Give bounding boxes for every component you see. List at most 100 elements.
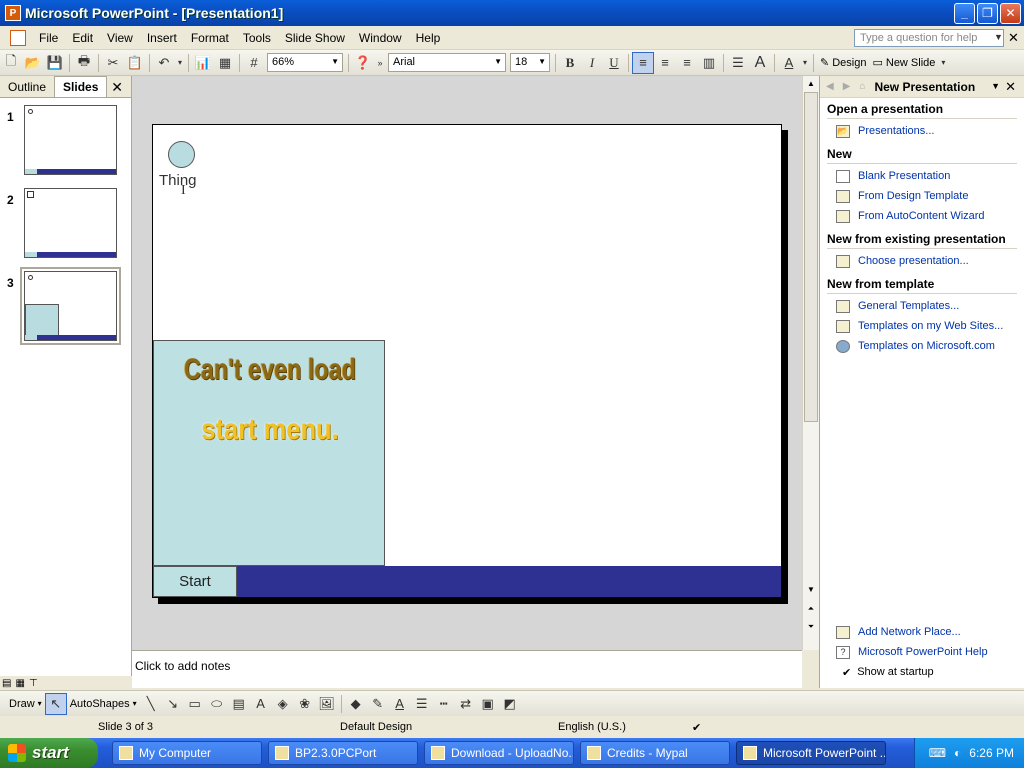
font-color-icon[interactable]: A <box>389 693 411 715</box>
clock[interactable]: 6:26 PM <box>969 746 1014 760</box>
new-slide-button[interactable]: ▭ New Slide <box>869 56 938 70</box>
taskbar-shape[interactable] <box>153 566 781 597</box>
slide-thumbnail-2[interactable] <box>24 188 117 258</box>
font-size-select[interactable]: 18 ▼ <box>510 53 550 72</box>
open-icon[interactable]: 📂 <box>22 52 44 74</box>
new-icon[interactable]: 🗋 <box>0 52 22 74</box>
zoom-select[interactable]: 66% ▼ <box>267 53 343 72</box>
line-style-icon[interactable]: ☰ <box>411 693 433 715</box>
autoshapes-button[interactable]: AutoShapes ▾ <box>67 698 140 710</box>
menu-insert[interactable]: Insert <box>140 31 184 45</box>
link-design-template[interactable]: From Design Template <box>836 188 1024 204</box>
shadow-icon[interactable]: ▣ <box>477 693 499 715</box>
wordart-line-2[interactable]: start menu. <box>171 413 368 447</box>
slide-thumbnail-3[interactable] <box>24 271 117 341</box>
previous-slide-icon[interactable]: ⏶ <box>803 602 819 616</box>
spelling-icon[interactable]: ✔ <box>692 721 701 734</box>
document-close-icon[interactable]: ✕ <box>1008 30 1019 46</box>
grid-icon[interactable]: # <box>243 52 265 74</box>
back-icon[interactable]: ◀ <box>826 81 834 92</box>
chevron-down-icon[interactable]: ▼ <box>991 81 1000 91</box>
menu-window[interactable]: Window <box>352 31 409 45</box>
columns-icon[interactable]: ▥ <box>698 52 720 74</box>
font-color-dropdown-icon[interactable]: ▾ <box>800 52 810 74</box>
chevron-down-icon[interactable]: ▼ <box>994 32 1003 42</box>
forward-icon[interactable]: ▶ <box>843 81 851 92</box>
vertical-scrollbar[interactable]: ▲ ▼ ⏶ ⏷ <box>802 76 819 650</box>
undo-icon[interactable]: ↶ <box>153 52 175 74</box>
design-button[interactable]: ✎ Design <box>817 56 869 70</box>
menu-help[interactable]: Help <box>409 31 448 45</box>
draw-menu-button[interactable]: Draw ▾ <box>6 698 45 710</box>
minimize-button[interactable]: _ <box>954 2 975 24</box>
print-icon[interactable]: 🖶 <box>73 52 95 74</box>
oval-icon[interactable]: ⬭ <box>206 693 228 715</box>
next-slide-icon[interactable]: ⏷ <box>803 620 819 634</box>
wordart-line-1[interactable]: Can't even load <box>180 353 361 387</box>
align-right-icon[interactable]: ≡ <box>676 52 698 74</box>
font-color-icon[interactable]: A <box>778 52 800 74</box>
link-choose-presentation[interactable]: Choose presentation... <box>836 253 1024 269</box>
link-autocontent-wizard[interactable]: From AutoContent Wizard <box>836 208 1024 224</box>
keyboard-icon[interactable]: ⌨ <box>929 746 946 760</box>
slide-thumbnail-1[interactable] <box>24 105 117 175</box>
start-shape[interactable]: Start <box>153 566 237 597</box>
close-icon[interactable]: ✕ <box>1005 79 1016 95</box>
arrow-icon[interactable]: ↘ <box>162 693 184 715</box>
normal-view-icon[interactable]: ▤ <box>2 678 11 689</box>
diagram-icon[interactable]: ◈ <box>272 693 294 715</box>
menu-slide-show[interactable]: Slide Show <box>278 31 352 45</box>
maximize-button[interactable]: ❐ <box>977 2 998 24</box>
paste-icon[interactable]: 📋 <box>124 52 146 74</box>
fill-color-icon[interactable]: ◆ <box>345 693 367 715</box>
line-color-icon[interactable]: ✎ <box>367 693 389 715</box>
select-pointer-icon[interactable]: ↖ <box>44 692 67 715</box>
menu-view[interactable]: View <box>100 31 140 45</box>
menu-tools[interactable]: Tools <box>236 31 278 45</box>
cut-icon[interactable]: ✂ <box>102 52 124 74</box>
3d-icon[interactable]: ◩ <box>499 693 521 715</box>
start-button[interactable]: start <box>0 738 98 768</box>
italic-button[interactable]: I <box>581 52 603 74</box>
link-web-site-templates[interactable]: Templates on my Web Sites... <box>836 318 1024 334</box>
taskbar-item-powerpoint[interactable]: Microsoft PowerPoint ... <box>736 741 886 765</box>
align-left-icon[interactable]: ≡ <box>632 51 654 74</box>
scroll-up-icon[interactable]: ▲ <box>803 76 819 92</box>
notes-input[interactable]: Click to add notes <box>132 650 802 688</box>
tab-outline[interactable]: Outline <box>0 77 54 97</box>
link-add-network-place[interactable]: Add Network Place... <box>836 624 1024 640</box>
close-icon[interactable]: ✕ <box>111 79 123 96</box>
circle-shape[interactable] <box>168 141 195 168</box>
close-button[interactable]: ✕ <box>1000 2 1021 24</box>
text-box-icon[interactable]: ▤ <box>228 693 250 715</box>
font-select[interactable]: Arial ▼ <box>388 53 506 72</box>
menu-format[interactable]: Format <box>184 31 236 45</box>
menu-file[interactable]: File <box>32 31 65 45</box>
link-microsoft-templates[interactable]: Templates on Microsoft.com <box>836 338 1024 354</box>
bullets-icon[interactable]: ☰ <box>727 52 749 74</box>
slide-sorter-view-icon[interactable]: ▦ <box>15 678 24 689</box>
help-search-input[interactable]: Type a question for help <box>854 29 1004 47</box>
insert-chart-icon[interactable]: 📊 <box>192 52 214 74</box>
menu-edit[interactable]: Edit <box>65 31 100 45</box>
picture-icon[interactable]: 🖼 <box>316 693 338 715</box>
taskbar-item-my-computer[interactable]: My Computer <box>112 741 262 765</box>
link-blank-presentation[interactable]: Blank Presentation <box>836 168 1024 184</box>
bold-button[interactable]: B <box>559 52 581 74</box>
scroll-down-icon[interactable]: ▼ <box>803 582 819 598</box>
taskbar-item-credits[interactable]: Credits - Mypal <box>580 741 730 765</box>
insert-table-icon[interactable]: ▦ <box>214 52 236 74</box>
taskbar-item-download[interactable]: Download - UploadNo... <box>424 741 574 765</box>
wordart-icon[interactable]: A <box>250 693 272 715</box>
toolbar-overflow-icon[interactable]: ▾ <box>938 52 948 74</box>
tab-slides[interactable]: Slides <box>54 76 108 97</box>
thing-text-box[interactable]: Thing <box>159 172 197 189</box>
arrow-style-icon[interactable]: ⇄ <box>455 693 477 715</box>
link-powerpoint-help[interactable]: ? Microsoft PowerPoint Help <box>836 644 1024 660</box>
powerpoint-app-icon[interactable]: P <box>5 5 21 21</box>
save-icon[interactable]: 💾 <box>44 52 66 74</box>
link-general-templates[interactable]: General Templates... <box>836 298 1024 314</box>
rectangle-icon[interactable]: ▭ <box>184 693 206 715</box>
undo-dropdown-icon[interactable]: ▾ <box>175 52 185 74</box>
increase-font-icon[interactable]: A <box>749 52 771 74</box>
